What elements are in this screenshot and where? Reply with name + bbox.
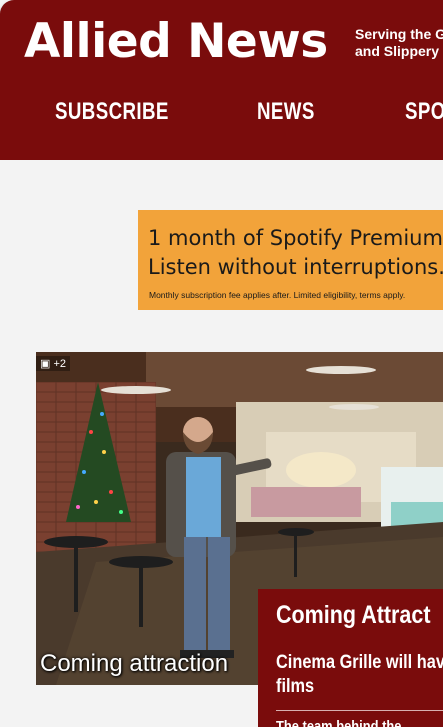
nav-news[interactable]: NEWS [257,98,315,126]
photo-caption: Coming attraction [40,650,229,677]
main-nav: SUBSCRIBE NEWS SPO [0,98,443,134]
site-header: Allied News Serving the Gro and Slippery… [0,0,443,160]
photo-count: +2 [53,358,67,370]
card-title: Coming Attract [276,601,431,629]
ad-headline-1: 1 month of Spotify Premium, [148,226,443,250]
camera-icon: ▣ [40,358,51,370]
nav-subscribe[interactable]: SUBSCRIBE [55,98,169,126]
card-headline[interactable]: Cinema Grille will have films [276,651,443,699]
tagline-line-1: Serving the Gro [355,26,443,42]
spotify-ad-banner[interactable]: 1 month of Spotify Premium, Listen witho… [138,210,443,310]
divider [276,710,443,711]
feature-card[interactable]: Coming Attract Cinema Grille will have f… [258,589,443,727]
ad-headline-2: Listen without interruptions. [148,255,443,279]
site-logo[interactable]: Allied News [24,14,328,69]
site-tagline: Serving the Gro and Slippery Ro [355,26,443,60]
photo-count-badge: ▣ +2 [36,356,71,371]
nav-sports[interactable]: SPO [405,98,443,126]
ad-fine-print: Monthly subscription fee applies after. … [149,290,406,300]
tagline-line-2: and Slippery Ro [355,43,443,59]
next-headline[interactable]: The team behind the [276,718,401,727]
